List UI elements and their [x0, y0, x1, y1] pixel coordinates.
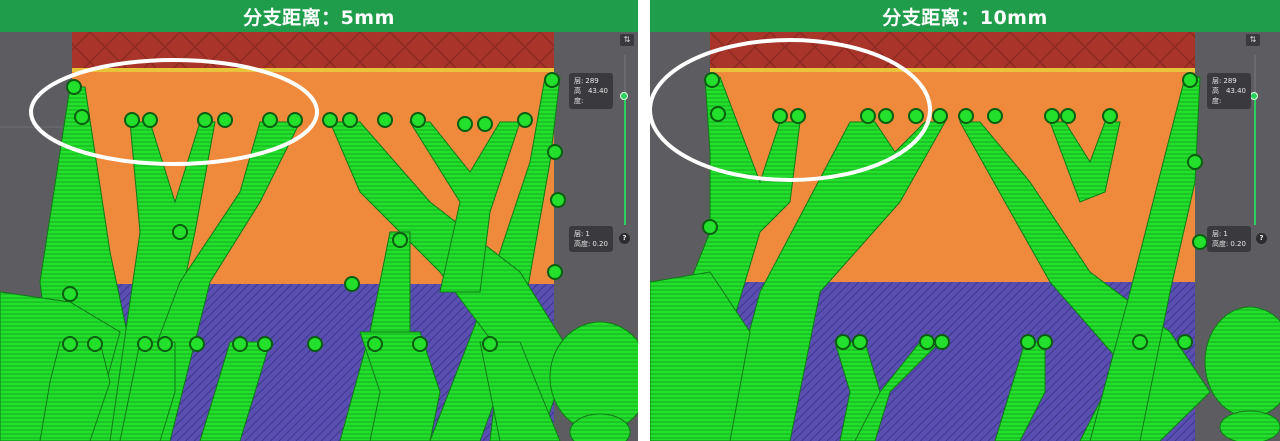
height-value: 43.40: [587, 87, 608, 95]
height-label: 高度:: [574, 87, 584, 105]
layer-value: 289: [585, 77, 599, 85]
height-value: 0.20: [592, 240, 608, 248]
right-slice-preview: [650, 32, 1280, 441]
layer-label: 层:: [574, 77, 584, 85]
right-preview-panel: 分支距离：10mm ⇅ 层: 289 高度: 43.40 层: 1 高度: 0.…: [650, 0, 1280, 441]
layer-slider-top-knob[interactable]: [1250, 92, 1258, 100]
help-icon[interactable]: ?: [619, 233, 630, 244]
top-layer-info: 层: 289 高度: 43.40: [1207, 73, 1251, 109]
height-label: 高度:: [1212, 87, 1222, 105]
top-surface: [72, 32, 554, 70]
height-label: 高度:: [1212, 240, 1229, 248]
left-title-bar: 分支距离：5mm: [0, 0, 638, 32]
top-surface: [710, 32, 1195, 70]
height-label: 高度:: [574, 240, 591, 248]
layer-label: 层:: [1212, 230, 1222, 238]
layer-label: 层:: [1212, 77, 1222, 85]
top-layer-info: 层: 289 高度: 43.40: [569, 73, 613, 109]
bottom-layer-info: 层: 1 高度: 0.20: [569, 226, 613, 252]
view-toggle-icon[interactable]: ⇅: [620, 34, 634, 46]
layer-slider-track[interactable]: [624, 97, 626, 225]
view-toggle-icon[interactable]: ⇅: [1246, 34, 1260, 46]
left-slice-preview: [0, 32, 638, 441]
help-icon[interactable]: ?: [1256, 233, 1267, 244]
height-value: 43.40: [1225, 87, 1246, 95]
layer-slider-top-knob[interactable]: [620, 92, 628, 100]
left-preview-panel: 分支距离：5mm ⇅ 层: 289 高度: 43.40 层: 1 高度: 0.2…: [0, 0, 638, 441]
layer-slider-track-upper: [624, 55, 626, 95]
height-value: 0.20: [1230, 240, 1246, 248]
layer-value: 289: [1223, 77, 1237, 85]
right-title: 分支距离：10mm: [882, 6, 1048, 29]
panel-divider: [638, 0, 650, 441]
layer-label: 层:: [574, 230, 584, 238]
layer-slider-track[interactable]: [1254, 97, 1256, 225]
right-title-bar: 分支距离：10mm: [650, 0, 1280, 32]
layer-value: 1: [1223, 230, 1228, 238]
left-title: 分支距离：5mm: [243, 6, 395, 29]
bottom-layer-info: 层: 1 高度: 0.20: [1207, 226, 1251, 252]
layer-slider-track-upper: [1254, 55, 1256, 95]
layer-value: 1: [585, 230, 590, 238]
